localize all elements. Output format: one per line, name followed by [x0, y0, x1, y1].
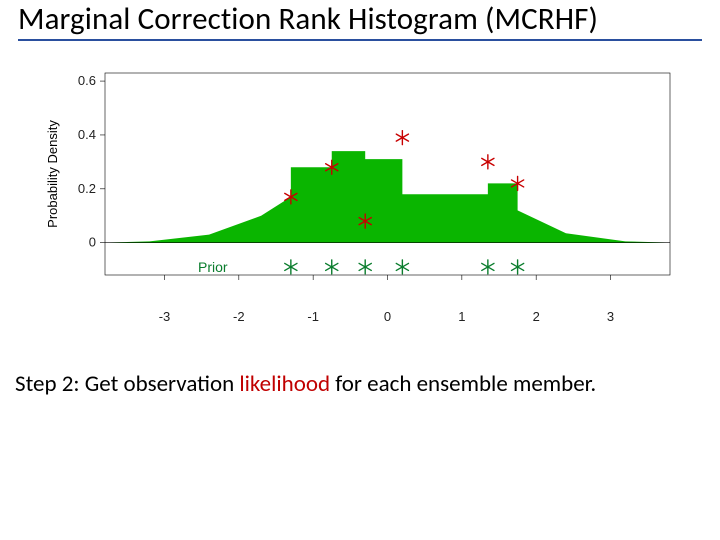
svg-text:0: 0 — [89, 235, 96, 250]
svg-text:Probability Density: Probability Density — [45, 120, 60, 228]
chart-svg: 0 0.2 0.4 0.6 -3 -2 -1 0 1 2 3 Probability Density P… — [30, 55, 690, 355]
svg-text:1: 1 — [458, 309, 465, 324]
svg-text:-2: -2 — [233, 309, 245, 324]
caption-suffix: for each ensemble member. — [330, 370, 596, 398]
svg-text:-1: -1 — [307, 309, 319, 324]
svg-text:3: 3 — [607, 309, 614, 324]
chart: 0 0.2 0.4 0.6 -3 -2 -1 0 1 2 3 Probability Density P… — [30, 55, 690, 355]
caption: Step 2: Get observation likelihood for e… — [15, 370, 596, 398]
caption-prefix: Step 2: Get observation — [15, 370, 239, 398]
page-title: Marginal Correction Rank Histogram (MCRH… — [18, 2, 702, 41]
svg-text:0: 0 — [384, 309, 391, 324]
svg-text:0.6: 0.6 — [78, 73, 96, 88]
caption-highlight: likelihood — [239, 370, 330, 398]
svg-text:Prior: Prior — [198, 259, 228, 275]
svg-text:0.4: 0.4 — [78, 127, 96, 142]
svg-text:-3: -3 — [159, 309, 171, 324]
svg-text:0.2: 0.2 — [78, 181, 96, 196]
svg-text:2: 2 — [533, 309, 540, 324]
